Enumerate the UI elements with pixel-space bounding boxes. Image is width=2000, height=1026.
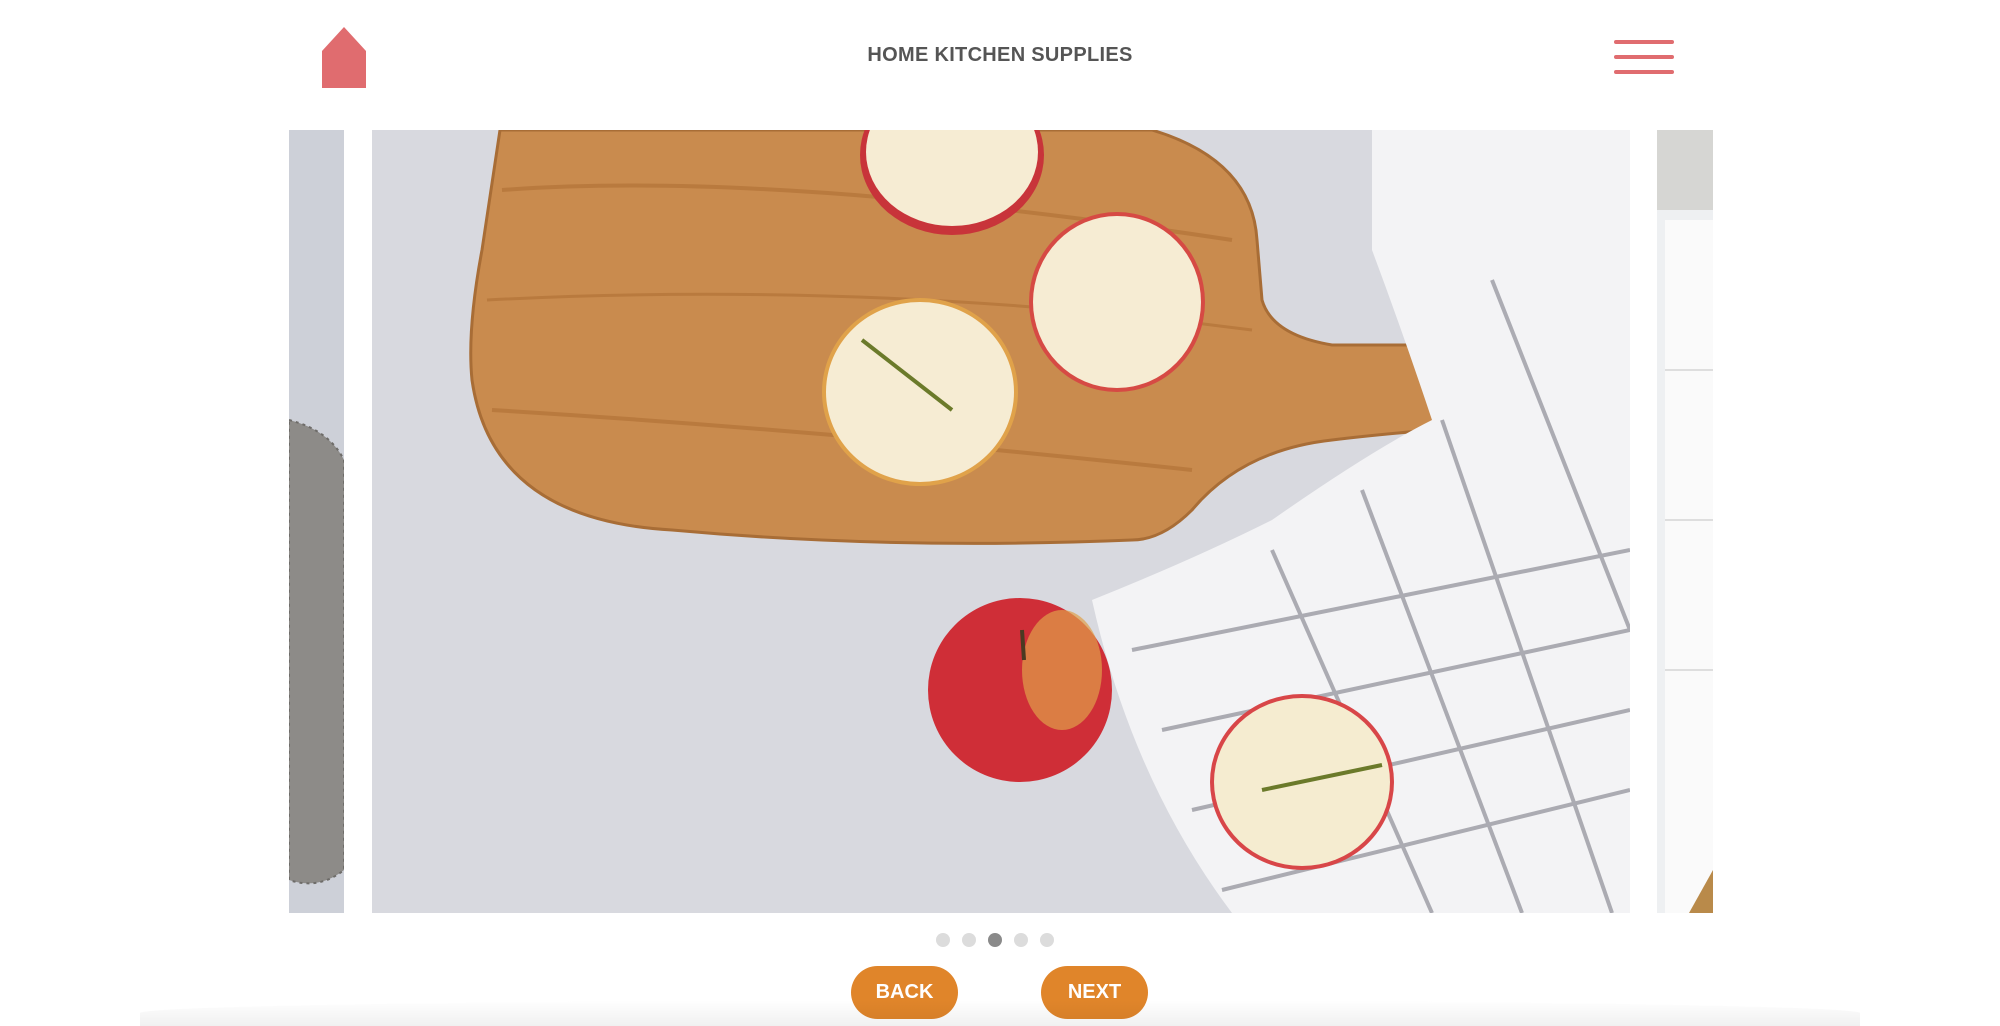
site-header: HOME KITCHEN SUPPLIES [0, 0, 2000, 120]
pagination-dot[interactable] [1040, 933, 1054, 947]
cutting-board-apples-photo [372, 130, 1630, 913]
bottom-shadow [140, 1000, 1860, 1026]
pagination-dot-active[interactable] [988, 933, 1002, 947]
current-slide-image [372, 130, 1630, 913]
next-slide-peek[interactable] [1657, 130, 1713, 913]
pagination-dot[interactable] [936, 933, 950, 947]
hamburger-menu-icon[interactable] [1614, 38, 1674, 78]
pagination-dot[interactable] [962, 933, 976, 947]
pagination-dot[interactable] [1014, 933, 1028, 947]
site-title: HOME KITCHEN SUPPLIES [867, 44, 1133, 66]
image-carousel[interactable] [0, 130, 2000, 913]
carousel-pagination [936, 933, 1054, 947]
previous-slide-peek[interactable] [289, 130, 344, 913]
